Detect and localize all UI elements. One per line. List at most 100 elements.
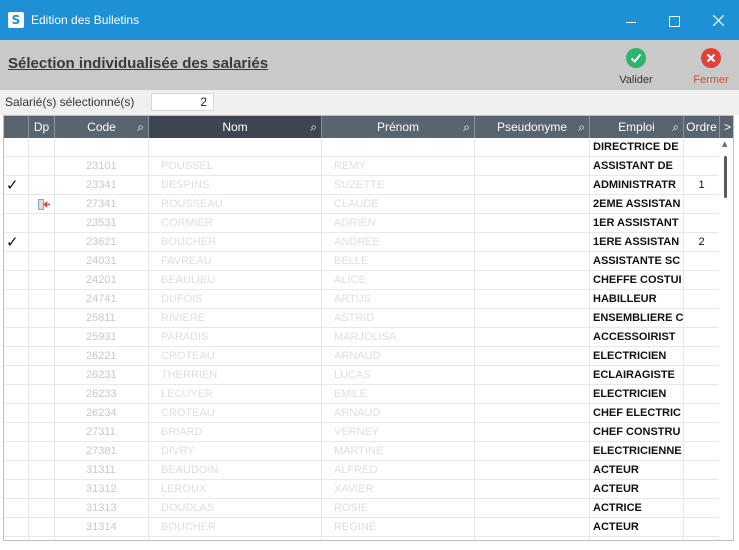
table-row[interactable]: 31312 LEROUX XAVIER ACTEUR [4,480,733,499]
table-row[interactable]: 35311AMAURYTHIBAULT CASCADEUR [4,537,733,540]
search-icon[interactable]: ⌕ [578,116,585,138]
table-row[interactable]: 23101 POUSSEL REMY ASSISTANT DE [4,157,733,176]
search-icon[interactable]: ⌕ [672,116,679,138]
column-header-emploi[interactable]: Emploi ⌕ [590,116,684,138]
table-row[interactable]: ✓ 23341 DESPINS SUZETTE ADMINISTRATR 1 [4,176,733,195]
nom-cell: BEAUDOIN [149,461,322,480]
table-row[interactable]: 27311 BRIARD VERNEY CHEF CONSTRU [4,423,733,442]
column-scroll-right-button[interactable]: > [720,116,733,138]
prenom-cell: EMILE [322,385,475,404]
select-cell[interactable] [4,423,29,442]
table-row[interactable]: 25931 PARADIS MARJOLISA ACCESSOIRIST [4,328,733,347]
table-row[interactable]: 31313 DOUDLAS ROSIE ACTRICE [4,499,733,518]
pseudonyme-cell [475,442,590,461]
table-row[interactable]: DIRECTRICE DE [4,138,733,157]
column-header-prenom[interactable]: Prénom ⌕ [322,116,475,138]
nom-cell: RIVIERE [149,309,322,328]
prenom-cell: MARTINE [322,442,475,461]
column-label: Emploi [618,120,655,134]
search-icon[interactable]: ⌕ [137,116,144,138]
column-header-code[interactable]: Code ⌕ [55,116,149,138]
select-cell[interactable] [4,195,29,214]
emploi-cell: 1ERE ASSISTAN [590,233,684,252]
table-row[interactable]: 31311 BEAUDOIN ALFRED ACTEUR [4,461,733,480]
prenom-cell: BELLE [322,252,475,271]
select-cell[interactable] [4,480,29,499]
emploi-cell: HABILLEUR [590,290,684,309]
valider-button[interactable]: Valider [608,44,664,88]
maximize-button[interactable] [655,6,693,34]
fermer-button[interactable]: Fermer [683,44,739,88]
select-cell[interactable] [4,309,29,328]
table-row[interactable]: 24741 DUFOIS ARTUS HABILLEUR [4,290,733,309]
close-window-button[interactable] [700,6,738,34]
select-cell[interactable]: ✓ [4,176,29,195]
app-logo-icon: S [8,12,24,28]
table-row[interactable]: 27381 DIVRY MARTINE ELECTRICIENNE [4,442,733,461]
table-row[interactable]: 24031 FAVREAU BELLE ASSISTANTE SC [4,252,733,271]
prenom-cell: MARJOLISA [322,328,475,347]
nom-cell: BRIARD [149,423,322,442]
table-row[interactable]: 26221 CROTEAU ARNAUD ELECTRICIEN [4,347,733,366]
ordre-cell [684,328,720,347]
check-icon [626,48,646,68]
page-title: Sélection individualisée des salariés [8,55,269,72]
emploi-cell: ACCESSOIRIST [590,328,684,347]
table-row[interactable]: 23531 CORMIER ADRIEN 1ER ASSISTANT [4,214,733,233]
nom-cell: LECUYER [149,385,322,404]
select-cell[interactable] [4,499,29,518]
vertical-scrollbar[interactable]: ▲ [719,138,733,540]
select-cell[interactable] [4,347,29,366]
emploi-cell: ENSEMBLIERE C [590,309,684,328]
scrollbar-thumb[interactable] [724,156,727,198]
select-cell[interactable] [4,252,29,271]
nom-cell: DESPINS [149,176,322,195]
table-row[interactable]: 27341 ROUSSEAU CLAUDE 2EME ASSISTAN [4,195,733,214]
table-row[interactable]: 26231 THERRIEN LUCAS ECLAIRAGISTE [4,366,733,385]
column-header-nom[interactable]: Nom ⌕ [149,116,322,138]
dp-cell [29,176,55,195]
select-cell[interactable] [4,404,29,423]
column-header-dp[interactable]: Dp [29,116,55,138]
fermer-label: Fermer [693,74,729,86]
pseudonyme-cell [475,290,590,309]
table-row[interactable]: 26233 LECUYER EMILE ELECTRICIEN [4,385,733,404]
code-cell: 35311 [55,537,149,540]
select-cell[interactable]: ✓ [4,233,29,252]
prenom-cell: CLAUDE [322,195,475,214]
dp-cell [29,347,55,366]
select-cell[interactable] [4,385,29,404]
column-header-pseudonyme[interactable]: Pseudonyme ⌕ [475,116,590,138]
column-header-select[interactable] [4,116,29,138]
table-row[interactable]: 25811 RIVIERE ASTRID ENSEMBLIERE C [4,309,733,328]
code-cell: 23531 [55,214,149,233]
table-row[interactable]: ✓ 23621 BOUCHER ANDREE 1ERE ASSISTAN 2 [4,233,733,252]
table-row[interactable]: 26234 CROTEAU ARNAUD CHEF ELECTRIC [4,404,733,423]
select-cell[interactable] [4,518,29,537]
select-cell[interactable] [4,271,29,290]
pseudonyme-cell [475,461,590,480]
prenom-cell: SUZETTE [322,176,475,195]
minimize-button[interactable] [612,6,650,34]
select-cell[interactable] [4,290,29,309]
select-cell[interactable] [4,366,29,385]
search-icon[interactable]: ⌕ [463,116,470,138]
search-icon[interactable]: ⌕ [310,116,317,138]
code-cell: 24031 [55,252,149,271]
nom-cell: POUSSEL [149,157,322,176]
prenom-cell [322,138,475,157]
prenom-cell: VERNEY [322,423,475,442]
table-row[interactable]: 24201 BEAULIEU ALICE CHEFFE COSTUI [4,271,733,290]
pseudonyme-cell [475,195,590,214]
table-row[interactable]: 31314 BOUCHER REGINE ACTEUR [4,518,733,537]
select-cell[interactable] [4,328,29,347]
column-header-ordre[interactable]: Ordre [684,116,720,138]
select-cell[interactable] [4,157,29,176]
select-cell[interactable] [4,442,29,461]
select-cell[interactable] [4,214,29,233]
select-cell[interactable] [4,537,29,540]
select-cell[interactable] [4,461,29,480]
scroll-up-icon[interactable]: ▲ [722,140,727,148]
select-cell[interactable] [4,138,29,157]
code-cell: 26231 [55,366,149,385]
